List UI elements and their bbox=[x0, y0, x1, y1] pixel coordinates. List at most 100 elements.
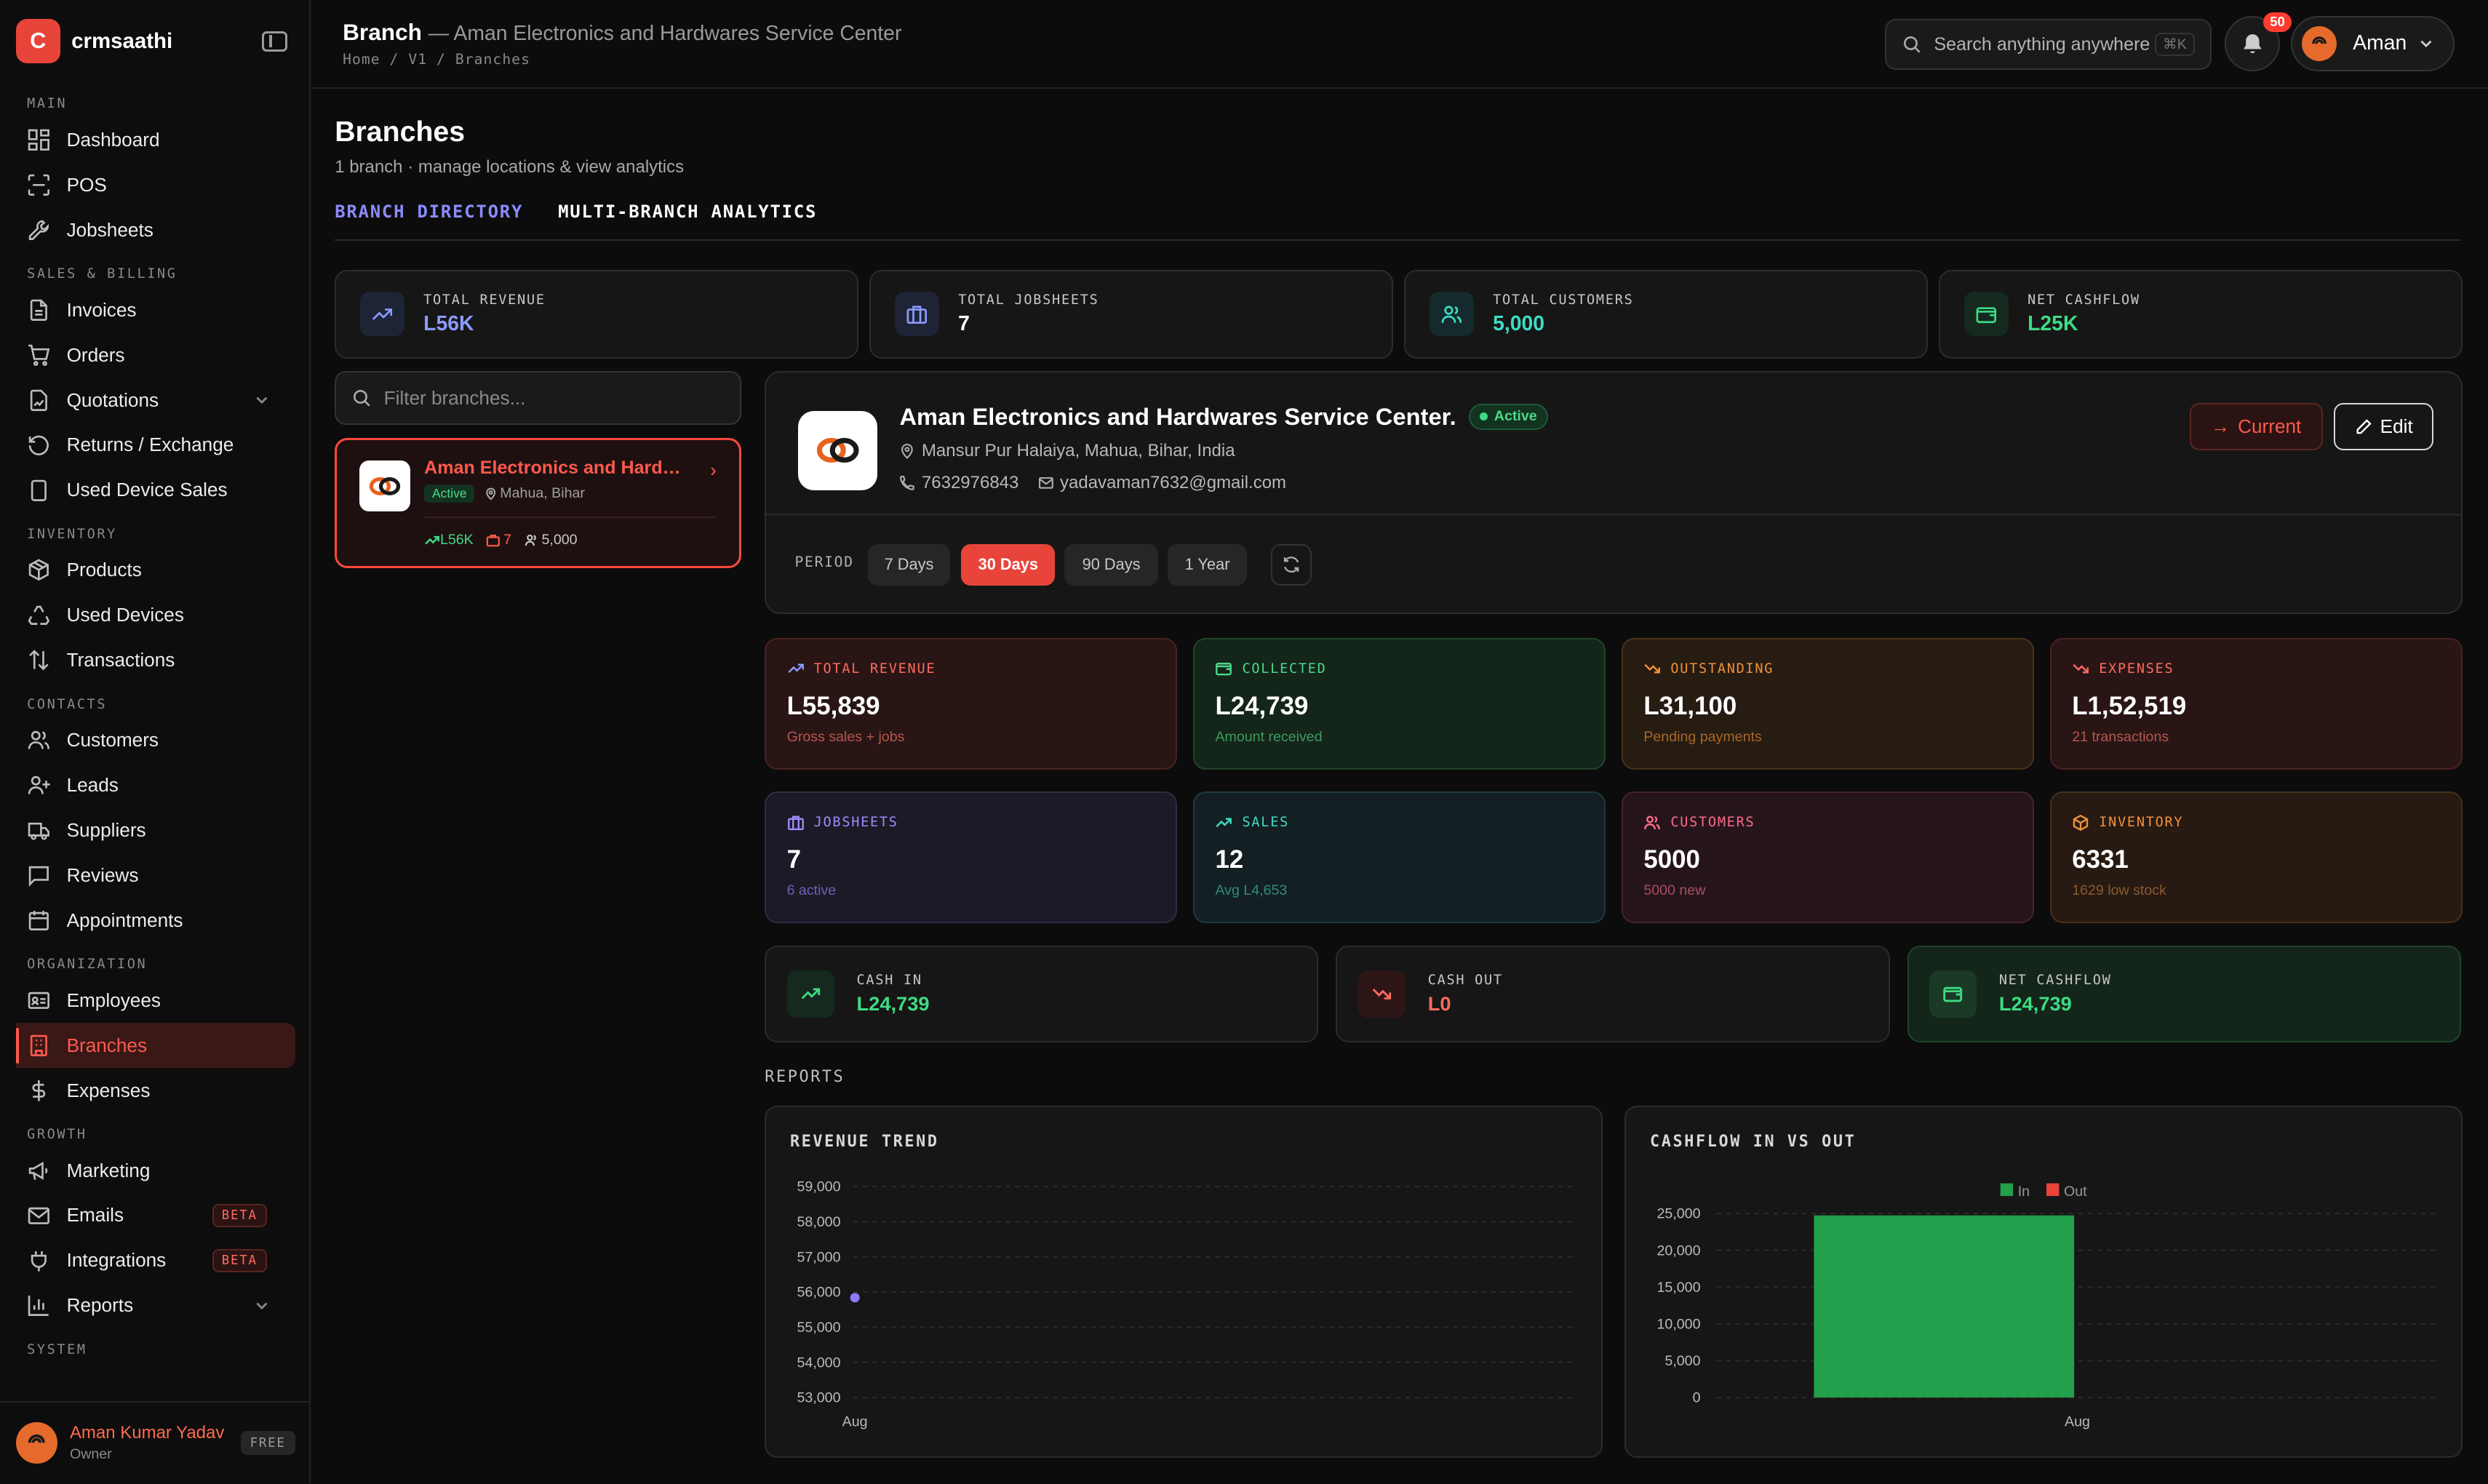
sidebar-item-suppliers[interactable]: Suppliers bbox=[0, 807, 294, 853]
metric-note: Pending payments bbox=[1643, 728, 1762, 745]
app-root: C crmsaathi MAIN Dashboard POS Jobsheets… bbox=[0, 0, 2488, 1484]
notifications-button[interactable]: 50 bbox=[2224, 12, 2292, 72]
users-icon bbox=[1429, 292, 1474, 337]
sidebar-item-integrations[interactable]: Integrations BETA bbox=[0, 1238, 294, 1283]
sidebar-item-branches[interactable]: Branches bbox=[15, 1023, 295, 1069]
email-text[interactable]: yadavaman7632@gmail.com bbox=[1060, 473, 1286, 493]
edit-button[interactable]: Edit bbox=[2334, 402, 2434, 451]
search-icon bbox=[353, 390, 370, 407]
divider bbox=[424, 516, 717, 518]
sidebar-item-label: Invoices bbox=[66, 298, 137, 321]
metric-note: 21 transactions bbox=[2072, 728, 2169, 745]
metric-sales: SALES 12 Avg L4,653 bbox=[1193, 791, 1606, 924]
cashflow-plot: 25,000 20,000 15,000 10,000 5,000 0 In Out Aug bbox=[1657, 1183, 2439, 1430]
chevron-down-icon bbox=[256, 1302, 268, 1310]
sidebar-item-emails[interactable]: Emails BETA bbox=[0, 1193, 294, 1238]
sidebar-item-leads[interactable]: Leads bbox=[0, 763, 294, 808]
sidebar-item-label: Used Devices bbox=[66, 604, 184, 626]
y-tick-label: 54,000 bbox=[797, 1355, 841, 1371]
stat-label: NET CASHFLOW bbox=[2028, 292, 2140, 308]
user-role: Owner bbox=[69, 1446, 112, 1463]
period-90-days[interactable]: 90 Days bbox=[1064, 543, 1158, 586]
stat-net-cashflow: NET CASHFLOW L25K bbox=[1939, 269, 2463, 359]
branch-meta: Active Mahua, Bihar bbox=[424, 484, 585, 503]
user-menu-button[interactable]: Aman bbox=[2291, 15, 2455, 72]
y-tick-label: 56,000 bbox=[797, 1285, 841, 1301]
sidebar-item-appointments[interactable]: Appointments bbox=[0, 898, 294, 943]
trending-down-icon bbox=[2073, 663, 2089, 674]
sidebar-item-expenses[interactable]: Expenses bbox=[0, 1068, 294, 1113]
tab-multi-branch-analytics[interactable]: MULTI-BRANCH ANALYTICS bbox=[558, 195, 817, 241]
sidebar-item-dashboard[interactable]: Dashboard bbox=[0, 117, 294, 162]
avatar bbox=[15, 1422, 57, 1464]
period-7-days[interactable]: 7 Days bbox=[867, 543, 951, 586]
branch-title: Aman Electronics and Hardwares Service C… bbox=[899, 402, 1456, 430]
address-text: Mansur Pur Halaiya, Mahua, Bihar, India bbox=[921, 441, 1235, 461]
metric-value: 5000 bbox=[1643, 845, 1700, 874]
trending-up-icon bbox=[786, 970, 834, 1018]
branch-logo bbox=[797, 410, 877, 490]
y-tick-label: 25,000 bbox=[1657, 1206, 1701, 1222]
period-1-year[interactable]: 1 Year bbox=[1168, 543, 1248, 586]
branch-list-item[interactable]: Aman Electronics and Hardwares Service C… bbox=[335, 437, 741, 568]
sidebar-item-employees[interactable]: Employees bbox=[0, 978, 294, 1023]
dashboard-icon bbox=[28, 129, 50, 151]
page-header-title: Branch — Aman Electronics and Hardwares … bbox=[343, 19, 901, 46]
cash-label: CASH OUT bbox=[1427, 972, 1503, 988]
sidebar-item-label: Products bbox=[66, 559, 142, 581]
tab-branch-directory[interactable]: BRANCH DIRECTORY bbox=[335, 195, 523, 241]
trending-up-icon bbox=[359, 292, 404, 337]
sidebar-item-marketing[interactable]: Marketing bbox=[0, 1148, 294, 1193]
mail-icon bbox=[28, 1207, 50, 1224]
refresh-button[interactable] bbox=[1270, 543, 1312, 586]
filter-branches-input[interactable]: Filter branches... bbox=[335, 371, 741, 426]
y-tick-label: 53,000 bbox=[797, 1390, 841, 1406]
cash-label: NET CASHFLOW bbox=[1998, 972, 2112, 988]
sidebar-item-customers[interactable]: Customers bbox=[0, 718, 294, 763]
current-button[interactable]: → Current bbox=[2189, 402, 2323, 451]
chevron-down-icon bbox=[256, 396, 268, 404]
metric-label: CUSTOMERS bbox=[1643, 814, 2011, 831]
cashflow-chart: CASHFLOW IN VS OUT 25,000 20,000 15,000 10,… bbox=[1624, 1106, 2463, 1459]
wallet-icon bbox=[1963, 292, 2009, 337]
sidebar-item-transactions[interactable]: Transactions bbox=[0, 638, 294, 683]
bell-icon bbox=[2243, 33, 2262, 53]
map-pin-icon bbox=[485, 487, 495, 500]
sidebar-item-reviews[interactable]: Reviews bbox=[0, 853, 294, 898]
sidebar-item-used-devices[interactable]: Used Devices bbox=[0, 593, 294, 638]
sidebar-item-label: Leads bbox=[66, 774, 119, 796]
sidebar-item-used-device-sales[interactable]: Used Device Sales bbox=[0, 468, 294, 513]
cash-out-card: CASH OUT L0 bbox=[1336, 945, 1890, 1042]
user-profile[interactable]: Aman Kumar Yadav Owner FREE bbox=[0, 1400, 311, 1483]
sidebar-item-label: Orders bbox=[66, 343, 125, 366]
sidebar-item-pos[interactable]: POS bbox=[0, 162, 294, 207]
search-icon bbox=[1903, 36, 1921, 53]
cash-value: L24,739 bbox=[856, 992, 930, 1016]
sidebar-item-invoices[interactable]: Invoices bbox=[0, 287, 294, 332]
breadcrumb[interactable]: Home / V1 / Branches bbox=[343, 51, 530, 68]
sidebar-item-returns[interactable]: Returns / Exchange bbox=[0, 423, 294, 468]
sidebar-item-products[interactable]: Products bbox=[0, 548, 294, 593]
branch-detail-card: Aman Electronics and Hardwares Service C… bbox=[765, 371, 2463, 615]
user-plus-icon bbox=[28, 775, 50, 794]
sidebar-item-label: Integrations bbox=[66, 1249, 167, 1272]
map-pin-icon bbox=[901, 444, 914, 460]
x-tick-label: Aug bbox=[2065, 1414, 2090, 1430]
sidebar-item-quotations[interactable]: Quotations bbox=[0, 378, 294, 423]
metric-note: Amount received bbox=[1215, 728, 1323, 745]
users-icon bbox=[525, 535, 536, 546]
sidebar-item-orders[interactable]: Orders bbox=[0, 332, 294, 378]
search-input[interactable]: Search anything anywhere ⌘K bbox=[1885, 19, 2212, 70]
period-30-days[interactable]: 30 Days bbox=[961, 543, 1056, 586]
sidebar-item-jobsheets[interactable]: Jobsheets bbox=[0, 207, 294, 252]
briefcase-icon bbox=[486, 535, 501, 547]
truck-icon bbox=[28, 822, 50, 840]
phone-text[interactable]: 7632976843 bbox=[922, 473, 1018, 493]
trending-down-icon bbox=[1644, 663, 1661, 674]
sidebar-toggle-icon[interactable] bbox=[262, 31, 287, 52]
sidebar-item-reports[interactable]: Reports bbox=[0, 1283, 294, 1328]
metric-jobsheets: JOBSHEETS 7 6 active bbox=[765, 791, 1178, 924]
cash-value: L24,739 bbox=[1998, 992, 2072, 1016]
branch-logo bbox=[359, 460, 410, 512]
avatar bbox=[2302, 25, 2337, 61]
